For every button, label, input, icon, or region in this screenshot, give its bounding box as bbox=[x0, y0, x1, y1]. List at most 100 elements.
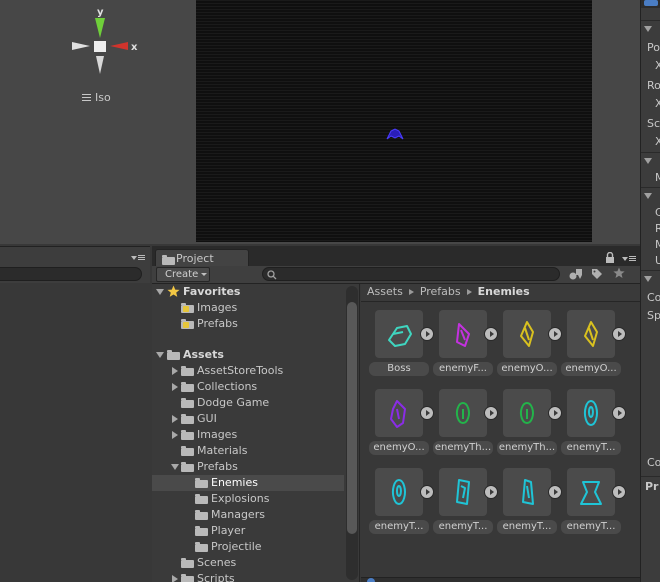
hierarchy-search-input[interactable] bbox=[0, 267, 142, 281]
foldout-arrow-icon[interactable] bbox=[171, 464, 179, 470]
panel-menu-icon[interactable] bbox=[622, 254, 636, 264]
tree-item-folder[interactable]: Projectile bbox=[152, 539, 344, 555]
tree-item-folder[interactable]: GUI bbox=[152, 411, 344, 427]
prefab-thumbnail[interactable] bbox=[375, 468, 423, 516]
tree-item-folder[interactable]: Collections bbox=[152, 379, 344, 395]
foldout-arrow-icon[interactable] bbox=[644, 158, 652, 164]
expand-prefab-play-icon[interactable] bbox=[420, 485, 434, 499]
foldout-arrow-icon[interactable] bbox=[172, 367, 178, 375]
create-button[interactable]: Create bbox=[156, 267, 210, 282]
expand-prefab-play-icon[interactable] bbox=[420, 406, 434, 420]
inspector-row: Po bbox=[647, 41, 660, 54]
expand-prefab-play-icon[interactable] bbox=[484, 485, 498, 499]
asset-name-label: enemyT... bbox=[433, 520, 493, 534]
filter-by-label-icon[interactable] bbox=[591, 268, 603, 280]
prefab-thumbnail[interactable] bbox=[503, 389, 551, 437]
expand-prefab-play-icon[interactable] bbox=[548, 327, 562, 341]
foldout-arrow-icon[interactable] bbox=[172, 415, 178, 423]
tree-item-favorites[interactable]: Favorites bbox=[152, 284, 344, 300]
folder-icon bbox=[195, 542, 208, 552]
tab-project[interactable]: Project bbox=[155, 249, 249, 267]
asset-tile[interactable]: enemyO... bbox=[561, 302, 626, 376]
prefab-thumbnail[interactable] bbox=[567, 389, 615, 437]
asset-tile[interactable]: enemyT... bbox=[561, 381, 626, 455]
project-status-bar bbox=[361, 577, 640, 582]
projection-toggle[interactable]: Iso bbox=[82, 91, 111, 104]
expand-prefab-play-icon[interactable] bbox=[548, 485, 562, 499]
asset-tile[interactable]: enemyT... bbox=[369, 460, 434, 534]
panel-menu-icon[interactable] bbox=[131, 253, 145, 263]
tree-scrollbar-thumb[interactable] bbox=[347, 302, 357, 534]
inspector-row: M bbox=[655, 238, 660, 251]
tree-item-folder[interactable]: Player bbox=[152, 523, 344, 539]
expand-prefab-play-icon[interactable] bbox=[548, 406, 562, 420]
expand-prefab-play-icon[interactable] bbox=[612, 406, 626, 420]
prefab-thumbnail[interactable] bbox=[503, 310, 551, 358]
prefab-thumbnail[interactable] bbox=[567, 468, 615, 516]
game-view[interactable] bbox=[196, 0, 592, 242]
prefab-thumbnail[interactable] bbox=[439, 310, 487, 358]
tree-item-folder[interactable]: AssetStoreTools bbox=[152, 363, 344, 379]
tree-item-folder[interactable]: Images bbox=[152, 427, 344, 443]
foldout-arrow-icon[interactable] bbox=[172, 431, 178, 439]
prefab-thumbnail[interactable] bbox=[375, 389, 423, 437]
foldout-arrow-icon[interactable] bbox=[644, 26, 652, 32]
hierarchy-panel[interactable] bbox=[0, 246, 150, 582]
prefab-thumbnail[interactable] bbox=[503, 468, 551, 516]
asset-grid[interactable]: Boss enemyF... enemyO... enemyO... enemyO...… bbox=[361, 302, 640, 578]
foldout-arrow-icon[interactable] bbox=[172, 575, 178, 582]
menu-lines-icon bbox=[82, 93, 91, 101]
breadcrumb-item[interactable]: Prefabs bbox=[420, 285, 461, 298]
prefab-thumbnail[interactable] bbox=[439, 389, 487, 437]
asset-tile[interactable]: enemyTh... bbox=[433, 381, 498, 455]
asset-tile[interactable]: enemyTh... bbox=[497, 381, 562, 455]
folder-icon bbox=[181, 382, 194, 392]
breadcrumb-current[interactable]: Enemies bbox=[478, 285, 530, 298]
tree-item-folder[interactable]: Prefabs bbox=[152, 459, 344, 475]
folder-icon bbox=[195, 494, 208, 504]
foldout-arrow-icon[interactable] bbox=[156, 352, 164, 358]
tree-item-folder[interactable]: Scripts bbox=[152, 571, 344, 582]
expand-prefab-play-icon[interactable] bbox=[484, 327, 498, 341]
breadcrumb-item[interactable]: Assets bbox=[367, 285, 403, 298]
expand-prefab-play-icon[interactable] bbox=[484, 406, 498, 420]
filter-by-type-icon[interactable] bbox=[569, 268, 583, 280]
tree-item-folder[interactable]: Managers bbox=[152, 507, 344, 523]
project-search-input[interactable] bbox=[262, 267, 560, 281]
foldout-arrow-icon[interactable] bbox=[172, 383, 178, 391]
foldout-arrow-icon[interactable] bbox=[156, 289, 164, 295]
enemy-sprite-icon bbox=[584, 321, 598, 347]
asset-tile[interactable]: enemyO... bbox=[369, 381, 434, 455]
tree-item-favorite-prefabs[interactable]: Prefabs bbox=[152, 316, 344, 332]
folder-icon bbox=[181, 574, 194, 582]
foldout-arrow-icon[interactable] bbox=[644, 193, 652, 199]
expand-prefab-play-icon[interactable] bbox=[420, 327, 434, 341]
prefab-thumbnail[interactable] bbox=[375, 310, 423, 358]
inspector-panel[interactable]: Po X Ro X Sc X M C R M U Co Sp Co Pr bbox=[640, 0, 660, 582]
asset-tile[interactable]: enemyF... bbox=[433, 302, 498, 376]
asset-name-label: Boss bbox=[369, 362, 429, 376]
scene-orientation-gizmo[interactable]: y x bbox=[68, 4, 140, 76]
prefab-thumbnail[interactable] bbox=[567, 310, 615, 358]
asset-tile[interactable]: Boss bbox=[369, 302, 434, 376]
tab-project-label: Project bbox=[176, 252, 214, 265]
lock-icon[interactable] bbox=[605, 252, 615, 263]
foldout-arrow-icon[interactable] bbox=[644, 276, 652, 282]
tree-item-folder-selected[interactable]: Enemies bbox=[152, 475, 344, 491]
expand-prefab-play-icon[interactable] bbox=[612, 327, 626, 341]
tree-item-folder[interactable]: Scenes bbox=[152, 555, 344, 571]
tree-item-folder[interactable]: Explosions bbox=[152, 491, 344, 507]
folder-tree[interactable]: Favorites Images Prefabs Assets AssetSto… bbox=[152, 284, 344, 582]
expand-prefab-play-icon[interactable] bbox=[612, 485, 626, 499]
tree-item-folder[interactable]: Dodge Game bbox=[152, 395, 344, 411]
tree-item-folder[interactable]: Materials bbox=[152, 443, 344, 459]
asset-tile[interactable]: enemyT... bbox=[433, 460, 498, 534]
tree-item-assets[interactable]: Assets bbox=[152, 347, 344, 363]
prefab-thumbnail[interactable] bbox=[439, 468, 487, 516]
asset-tile[interactable]: enemyO... bbox=[497, 302, 562, 376]
tree-item-label: Player bbox=[211, 524, 246, 537]
asset-tile[interactable]: enemyT... bbox=[497, 460, 562, 534]
tree-item-favorite-images[interactable]: Images bbox=[152, 300, 344, 316]
asset-tile[interactable]: enemyT... bbox=[561, 460, 626, 534]
save-search-star-icon[interactable] bbox=[613, 267, 625, 279]
